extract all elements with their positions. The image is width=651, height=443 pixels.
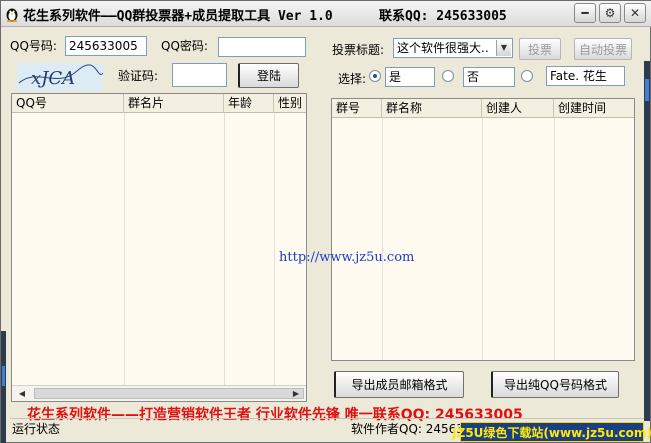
chevron-down-icon: ▼ (496, 40, 511, 56)
qq-number-label: QQ号码: (10, 39, 57, 53)
column-header-created-time[interactable]: 创建时间 (554, 99, 634, 118)
auto-vote-button[interactable]: 自动投票 (574, 38, 632, 60)
radio-option-yes[interactable] (369, 70, 381, 82)
vote-title-select[interactable]: 这个软件很强大.. ▼ (393, 38, 513, 58)
website-link[interactable]: http://www.jz5u.com (279, 250, 414, 265)
close-button[interactable]: ✕ (624, 3, 646, 23)
site-watermark: JZ5U绿色下载站(www.jz5u.com) (452, 422, 651, 442)
penguin-icon (4, 6, 20, 22)
column-header-age[interactable]: 年龄 (224, 94, 274, 113)
close-icon: ✕ (629, 6, 641, 20)
captcha-field[interactable] (172, 63, 227, 87)
column-header-gender[interactable]: 性别 (274, 94, 306, 113)
export-email-button[interactable]: 导出成员邮箱格式 (334, 371, 464, 398)
vote-title-value: 这个软件很强大.. (397, 41, 489, 55)
groups-table[interactable]: 群号 群名称 创建人 创建时间 (331, 98, 635, 361)
export-qq-button[interactable]: 导出纯QQ号码格式 (491, 371, 619, 398)
settings-button[interactable]: ⚙ (599, 3, 621, 23)
radio-option-no[interactable] (442, 70, 454, 82)
scroll-left-icon[interactable]: ◀ (15, 388, 29, 399)
right-edge-decoration (644, 61, 650, 421)
column-header-group-card[interactable]: 群名片 (124, 94, 224, 113)
column-header-group-name[interactable]: 群名称 (382, 99, 482, 118)
gear-icon: ⚙ (604, 6, 616, 20)
captcha-image[interactable]: xJCA (17, 63, 103, 91)
horizontal-scrollbar[interactable]: ◀ ▶ (12, 385, 306, 401)
scroll-right-icon[interactable]: ▶ (289, 388, 303, 399)
scrollbar-thumb[interactable] (34, 388, 304, 399)
radio-option-third[interactable] (521, 70, 533, 82)
column-divider (224, 113, 225, 401)
column-divider (554, 118, 555, 360)
window-title: 花生系列软件——QQ群投票器+成员提取工具 Ver 1.0 (23, 9, 333, 24)
window-contact: 联系QQ: 245633005 (379, 9, 507, 24)
vote-title-label: 投票标题: (332, 43, 385, 57)
option-no-field[interactable]: 否 (463, 67, 515, 87)
option-yes-field[interactable]: 是 (385, 67, 435, 87)
column-header-group-id[interactable]: 群号 (332, 99, 382, 118)
column-divider (274, 113, 275, 401)
column-header-qq[interactable]: QQ号 (12, 94, 124, 113)
left-edge-decoration (1, 331, 6, 443)
title-bar: 花生系列软件——QQ群投票器+成员提取工具 Ver 1.0 联系QQ: 2456… (1, 1, 651, 27)
status-text: 运行状态 (12, 422, 61, 436)
members-table[interactable]: QQ号 群名片 年龄 性别 ◀ ▶ (11, 93, 307, 402)
members-table-header: QQ号 群名片 年龄 性别 (12, 94, 306, 113)
qq-password-label: QQ密码: (161, 39, 208, 53)
app-window: 花生系列软件——QQ群投票器+成员提取工具 Ver 1.0 联系QQ: 2456… (0, 0, 651, 443)
qq-password-field[interactable] (218, 37, 306, 57)
left-edge-accent (2, 366, 5, 386)
captcha-text: xJCA (31, 68, 75, 89)
minimize-button[interactable]: ━ (574, 3, 596, 23)
login-button[interactable]: 登陆 (238, 63, 299, 88)
option-third-field[interactable]: Fate. 花生 (546, 66, 625, 86)
column-header-creator[interactable]: 创建人 (482, 99, 554, 118)
right-edge-accent (645, 79, 649, 101)
qq-number-field[interactable]: 245633005 (65, 36, 147, 56)
column-divider (124, 113, 125, 401)
choice-label: 选择: (338, 72, 367, 86)
captcha-label: 验证码: (118, 69, 159, 83)
minimize-icon: ━ (581, 6, 589, 20)
groups-table-header: 群号 群名称 创建人 创建时间 (332, 99, 634, 118)
column-divider (382, 118, 383, 360)
vote-button[interactable]: 投票 (519, 38, 561, 60)
column-divider (482, 118, 483, 360)
status-divider (10, 418, 644, 419)
